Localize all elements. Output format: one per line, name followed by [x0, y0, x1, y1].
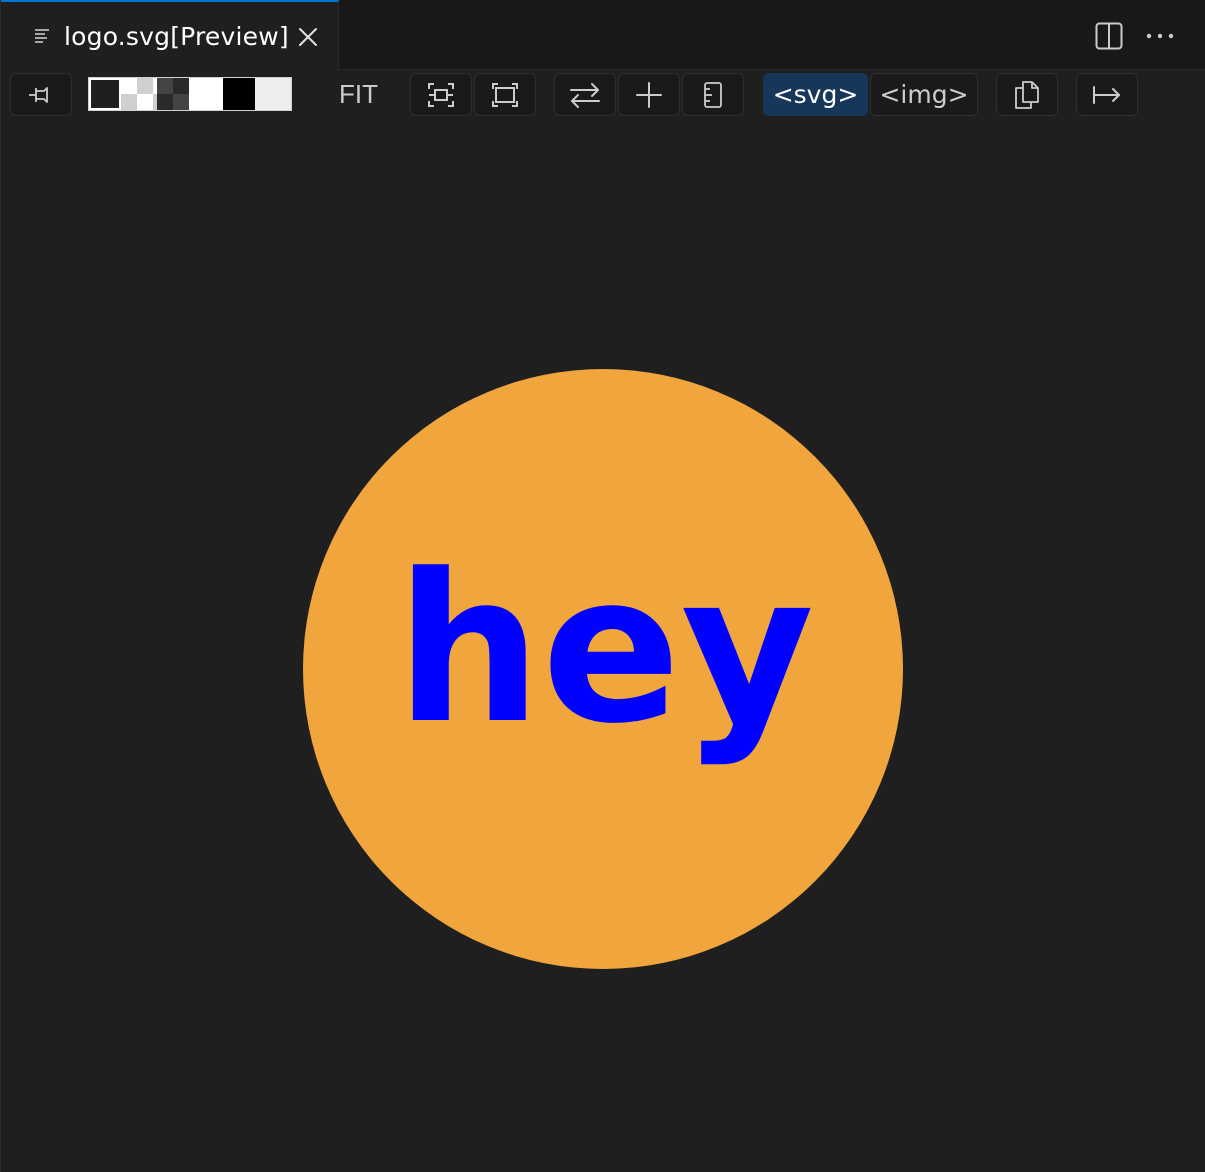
swatch-light-gray[interactable] — [255, 78, 291, 110]
split-editor-icon[interactable] — [1094, 21, 1124, 51]
tab-logo-preview[interactable]: logo.svg[Preview] — [1, 0, 339, 70]
add-button[interactable] — [618, 73, 680, 116]
svg-preview-area: hey — [1, 120, 1205, 1172]
fit-frame-icon — [428, 82, 454, 107]
swap-arrows-icon — [570, 82, 600, 108]
pin-icon — [29, 86, 48, 103]
zoom-fill-button[interactable] — [474, 73, 536, 116]
ellipsis-icon[interactable] — [1144, 21, 1176, 51]
tab-title: logo.svg[Preview] — [64, 22, 289, 51]
preview-canvas: hey — [303, 369, 903, 969]
swatch-dark[interactable] — [89, 78, 121, 110]
ruler-button[interactable] — [682, 73, 744, 116]
arrow-right-bar-icon — [1093, 85, 1120, 104]
logo-text: hey — [396, 531, 815, 769]
editor-window: logo.svg[Preview] FIT <svg> <img> hey — [0, 0, 1205, 1172]
preview-toolbar: FIT <svg> <img> — [1, 70, 1205, 120]
zoom-fit-button[interactable] — [410, 73, 472, 116]
fill-frame-icon — [492, 82, 518, 107]
swap-button[interactable] — [554, 73, 616, 116]
ruler-icon — [704, 81, 722, 108]
pin-button[interactable] — [10, 73, 72, 116]
background-swatches[interactable] — [88, 77, 292, 111]
lines-icon — [35, 29, 49, 43]
swatch-checker-light[interactable] — [121, 78, 157, 110]
tab-bar: logo.svg[Preview] — [1, 0, 1205, 70]
copy-button[interactable] — [996, 73, 1058, 116]
mode-img-button[interactable]: <img> — [870, 73, 978, 116]
copy-icon — [1015, 80, 1039, 109]
swatch-checker-dark[interactable] — [157, 78, 189, 110]
close-icon[interactable] — [297, 26, 319, 48]
export-button[interactable] — [1076, 73, 1138, 116]
swatch-black[interactable] — [223, 78, 255, 110]
plus-icon — [636, 81, 662, 108]
mode-svg-button[interactable]: <svg> — [763, 73, 868, 116]
swatch-white[interactable] — [189, 78, 223, 110]
fit-zoom-label[interactable]: FIT — [339, 78, 378, 110]
